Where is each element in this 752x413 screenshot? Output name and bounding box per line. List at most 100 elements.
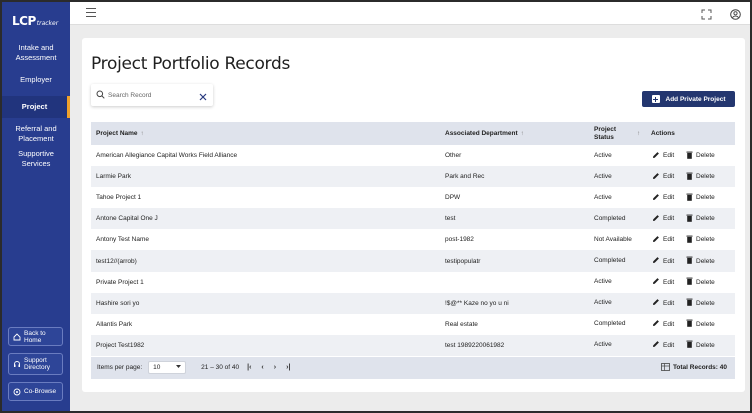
- actions-cell: Edit Delete: [646, 214, 735, 224]
- actions-cell: Edit Delete: [646, 256, 735, 266]
- pagination-controls: |‹ ‹ › ›|: [247, 364, 290, 371]
- edit-label: Edit: [663, 173, 675, 181]
- app-window: LCP tracker Intake and Assessment Employ…: [0, 0, 752, 413]
- edit-button[interactable]: Edit: [652, 340, 686, 350]
- actions-cell: Edit Delete: [646, 193, 735, 203]
- trash-icon: [686, 298, 693, 308]
- back-to-home-button[interactable]: Back to Home: [8, 327, 63, 346]
- previous-page-icon[interactable]: ‹: [261, 364, 263, 371]
- delete-label: Delete: [696, 152, 715, 160]
- trash-icon: [686, 172, 693, 182]
- delete-button[interactable]: Delete: [686, 340, 715, 350]
- table-row: American Allegiance Capital Works Field …: [91, 145, 735, 167]
- co-browse-label: Co-Browse: [24, 388, 57, 395]
- delete-label: Delete: [696, 299, 715, 307]
- actions-cell: Edit Delete: [646, 340, 735, 350]
- add-private-project-button[interactable]: Add Private Project: [642, 91, 735, 107]
- actions-cell: Edit Delete: [646, 235, 735, 245]
- top-bar: [70, 2, 750, 25]
- delete-button[interactable]: Delete: [686, 298, 715, 308]
- search-input[interactable]: [108, 91, 198, 99]
- back-to-home-label: Back to Home: [24, 329, 46, 344]
- page-range: 21 – 30 of 40: [201, 364, 240, 372]
- next-page-icon[interactable]: ›: [274, 364, 276, 371]
- pencil-icon: [652, 298, 660, 308]
- edit-label: Edit: [663, 236, 675, 244]
- app-logo[interactable]: LCP tracker: [12, 14, 58, 28]
- delete-label: Delete: [696, 341, 715, 349]
- table-row: Allantis Park Real estate Completed Edit Del…: [91, 313, 735, 335]
- edit-button[interactable]: Edit: [652, 256, 686, 266]
- table-row: Hashire sori yo !$@** Kaze no yo u ni Acti…: [91, 292, 735, 314]
- status-cell: Active: [594, 172, 612, 180]
- status-cell: Active: [594, 193, 612, 201]
- column-header-project-status[interactable]: Project Status ↑: [589, 126, 646, 142]
- last-page-icon[interactable]: ›|: [286, 364, 290, 371]
- column-header-associated-department[interactable]: Associated Department ↑: [440, 130, 589, 137]
- delete-button[interactable]: Delete: [686, 256, 715, 266]
- delete-button[interactable]: Delete: [686, 151, 715, 161]
- department-cell: !$@** Kaze no yo u ni: [445, 299, 509, 307]
- delete-button[interactable]: Delete: [686, 214, 715, 224]
- hamburger-menu-icon[interactable]: [86, 8, 96, 17]
- logo-main-text: LCP: [12, 14, 36, 28]
- sidebar-item-project[interactable]: Project: [2, 96, 70, 118]
- sidebar-item-label: Referral and Placement: [15, 124, 57, 143]
- logo-sub-text: tracker: [36, 20, 59, 27]
- status-cell: Active: [594, 151, 612, 159]
- delete-button[interactable]: Delete: [686, 319, 715, 329]
- project-name-cell: Hashire sori yo: [96, 299, 140, 307]
- edit-button[interactable]: Edit: [652, 172, 686, 182]
- edit-button[interactable]: Edit: [652, 151, 686, 161]
- pencil-icon: [652, 214, 660, 224]
- add-icon: [651, 95, 660, 103]
- search-box: [91, 84, 213, 106]
- status-cell: Completed: [594, 257, 626, 265]
- co-browse-button[interactable]: Co-Browse: [8, 382, 63, 401]
- dropdown-caret-icon: [176, 364, 182, 371]
- first-page-icon[interactable]: |‹: [247, 364, 251, 371]
- pencil-icon: [652, 235, 660, 245]
- delete-label: Delete: [696, 215, 715, 223]
- user-account-icon[interactable]: [730, 7, 741, 20]
- table-row: Larmie Park Park and Rec Active Edit Delete: [91, 166, 735, 188]
- items-per-page-select[interactable]: 10: [148, 361, 187, 375]
- edit-label: Edit: [663, 257, 675, 265]
- department-cell: Park and Rec: [445, 173, 485, 181]
- fullscreen-icon[interactable]: [701, 7, 712, 20]
- delete-label: Delete: [696, 173, 715, 181]
- sidebar-item-label: Employer: [20, 75, 52, 84]
- column-header-actions: Actions: [651, 130, 675, 137]
- project-name-cell: Allantis Park: [96, 320, 133, 328]
- clear-search-icon[interactable]: [198, 89, 208, 101]
- support-directory-button[interactable]: Support Directory: [8, 353, 63, 375]
- column-header-project-name[interactable]: Project Name ↑: [91, 130, 440, 137]
- edit-button[interactable]: Edit: [652, 277, 686, 287]
- table-row: Tahoe Project 1 DPW Active Edit Delete: [91, 187, 735, 209]
- edit-button[interactable]: Edit: [652, 319, 686, 329]
- table-row: test12//(arrob) testipopulatr Completed Edi…: [91, 250, 735, 272]
- actions-cell: Edit Delete: [646, 298, 735, 308]
- table-row: Project Test1982 test 1989220061982 Active…: [91, 334, 735, 356]
- sidebar-item-referral-and-placement[interactable]: Referral and Placement: [2, 118, 70, 150]
- edit-label: Edit: [663, 152, 675, 160]
- sidebar-item-employer[interactable]: Employer: [2, 64, 70, 96]
- department-cell: test: [445, 215, 456, 223]
- trash-icon: [686, 340, 693, 350]
- content-card: Project Portfolio Records Add Private Pr…: [82, 38, 745, 392]
- delete-button[interactable]: Delete: [686, 172, 715, 182]
- edit-button[interactable]: Edit: [652, 214, 686, 224]
- trash-icon: [686, 214, 693, 224]
- edit-button[interactable]: Edit: [652, 193, 686, 203]
- edit-button[interactable]: Edit: [652, 298, 686, 308]
- sidebar-item-supportive-services[interactable]: Supportive Services: [2, 149, 70, 168]
- delete-button[interactable]: Delete: [686, 277, 715, 287]
- delete-button[interactable]: Delete: [686, 193, 715, 203]
- department-cell: post-1982: [445, 236, 474, 244]
- edit-label: Edit: [663, 194, 675, 202]
- delete-button[interactable]: Delete: [686, 235, 715, 245]
- edit-button[interactable]: Edit: [652, 235, 686, 245]
- search-icon: [96, 86, 105, 104]
- sidebar-item-intake-and-assessment[interactable]: Intake and Assessment: [2, 42, 70, 64]
- pencil-icon: [652, 319, 660, 329]
